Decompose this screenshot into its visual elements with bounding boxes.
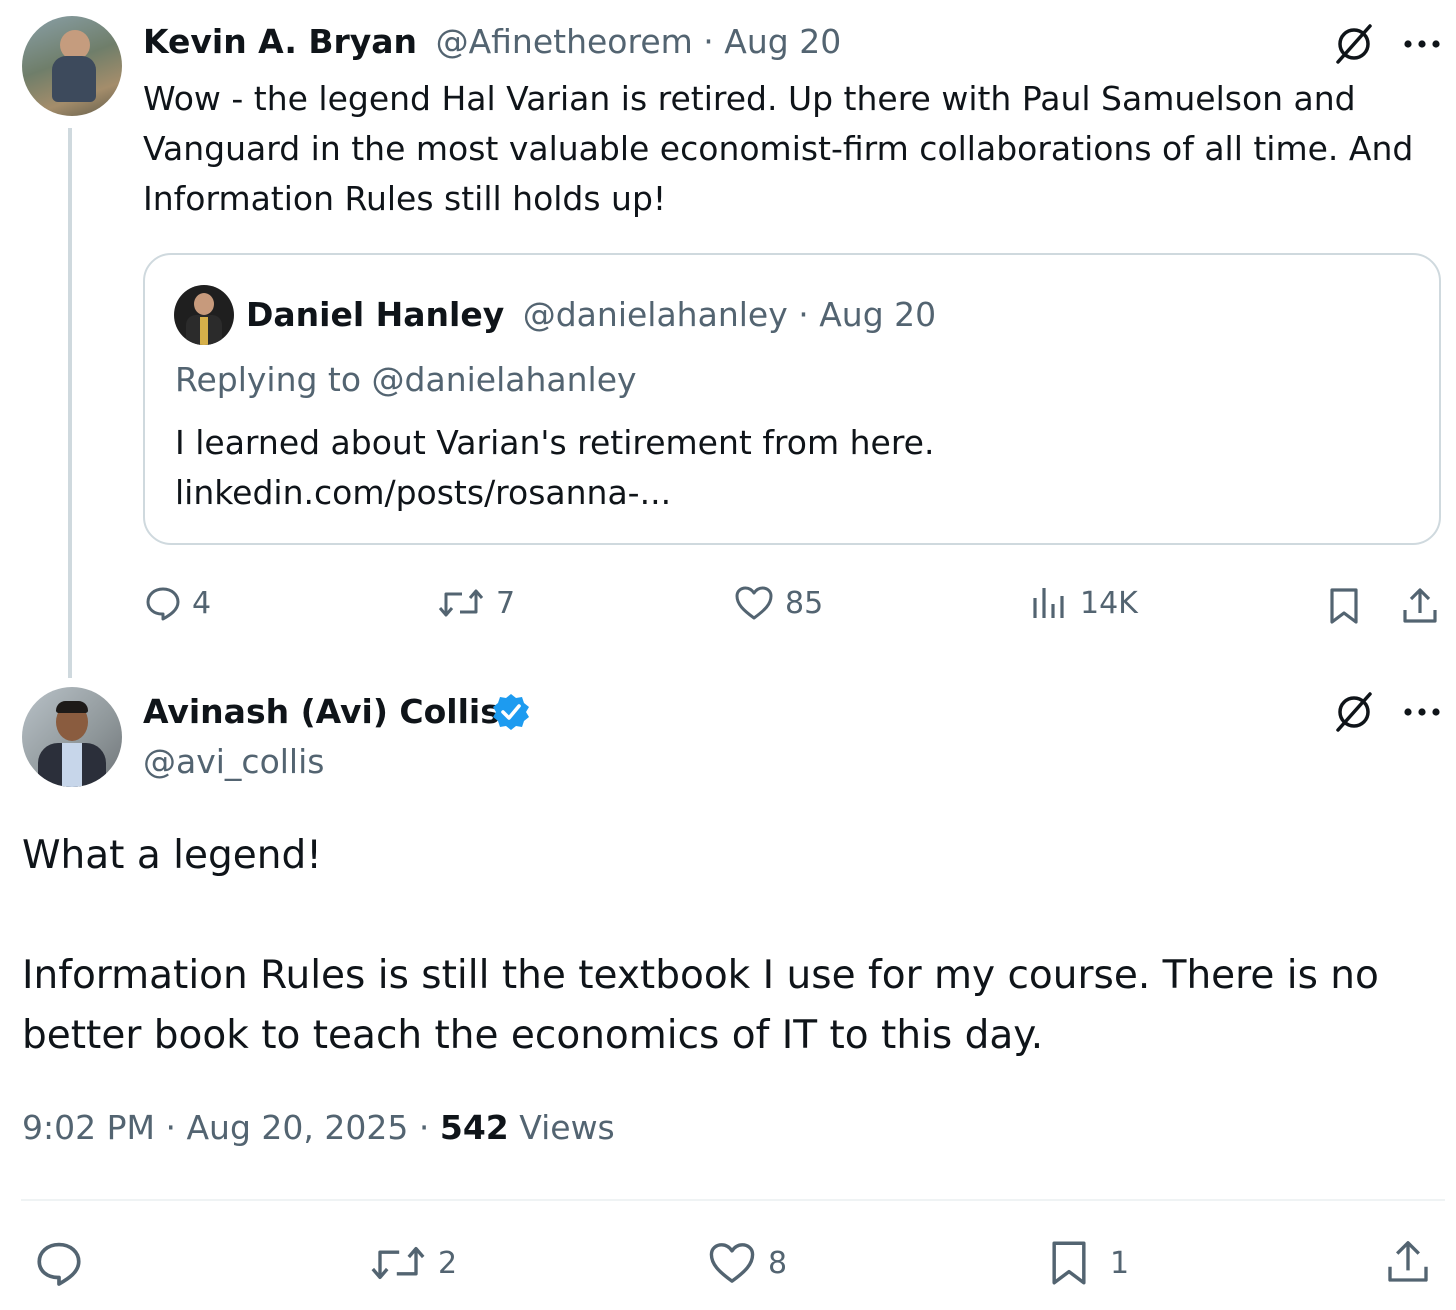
header-separator: · <box>703 22 714 61</box>
repost-count: 2 <box>438 1245 458 1281</box>
tweet1-text: Wow - the legend Hal Varian is retired. … <box>143 74 1443 224</box>
tweet2-text: What a legend! Information Rules is stil… <box>22 826 1442 1066</box>
bookmark-icon <box>1052 1241 1086 1285</box>
views-button[interactable]: 14K <box>1030 584 1138 622</box>
repost-button[interactable]: 2 <box>368 1240 457 1286</box>
divider <box>21 1199 1445 1201</box>
tweet-full-date[interactable]: Aug 20, 2025 <box>186 1108 408 1147</box>
repost-button[interactable]: 7 <box>436 584 515 622</box>
thread-connector-line <box>68 128 72 678</box>
tweet-text-line: better book to teach the economics of IT… <box>22 1013 1044 1058</box>
bookmark-button[interactable]: 1 <box>1048 1238 1129 1288</box>
heart-icon <box>735 586 773 620</box>
grok-slash-icon[interactable] <box>1330 20 1378 68</box>
quote-text-line: I learned about Varian's retirement from… <box>175 423 935 462</box>
views-number: 542 <box>439 1108 509 1147</box>
reply-count: 4 <box>192 585 212 621</box>
tweet-meta: 9:02 PM · Aug 20, 2025 · 542 Views <box>22 1108 615 1147</box>
bookmark-icon <box>1330 588 1358 624</box>
avatar-kevin-bryan[interactable] <box>22 16 122 116</box>
verified-badge-icon <box>491 692 531 732</box>
tweet-paragraph: What a legend! <box>22 833 322 878</box>
quote-text: I learned about Varian's retirement from… <box>175 418 1415 518</box>
quote-link[interactable]: linkedin.com/posts/rosanna-... <box>175 468 1415 518</box>
bookmark-count: 1 <box>1110 1245 1130 1281</box>
reply-button[interactable] <box>34 1238 84 1288</box>
tweet2-header: Avinash (Avi) Collis <box>143 692 500 731</box>
author-handle[interactable]: @avi_collis <box>143 742 324 781</box>
views-label: Views <box>519 1108 615 1147</box>
tweet-text-line: Information Rules is still the textbook … <box>22 953 1379 998</box>
views-count: 14K <box>1080 585 1138 621</box>
author-name[interactable]: Avinash (Avi) Collis <box>143 692 500 731</box>
reply-bubble-icon <box>37 1242 81 1286</box>
tweet-text-line: Information Rules still holds up! <box>143 179 667 218</box>
more-dots-icon[interactable] <box>1398 688 1446 736</box>
like-count: 8 <box>768 1245 788 1281</box>
like-button[interactable]: 85 <box>733 584 823 622</box>
repost-icon <box>438 589 484 617</box>
quote-author-handle[interactable]: @danielahanley <box>523 295 788 334</box>
replying-to-handle[interactable]: @danielahanley <box>372 360 637 399</box>
like-button[interactable]: 8 <box>706 1240 787 1286</box>
tweet1-header: Kevin A. Bryan @Afinetheorem · Aug 20 <box>143 22 841 61</box>
replying-to-line: Replying to @danielahanley <box>175 360 637 399</box>
tweet-date[interactable]: Aug 20 <box>724 22 841 61</box>
share-icon <box>1403 588 1437 623</box>
reply-bubble-icon <box>146 587 180 621</box>
quote-header: Daniel Hanley @danielahanley · Aug 20 <box>246 295 936 334</box>
avatar-daniel-hanley[interactable] <box>174 285 234 345</box>
more-dots-icon[interactable] <box>1398 20 1446 68</box>
repost-icon <box>371 1246 425 1280</box>
meta-separator: · <box>418 1108 430 1147</box>
grok-slash-icon[interactable] <box>1330 688 1378 736</box>
tweet-text-line: Wow - the legend Hal Varian is retired. … <box>143 79 1356 118</box>
avatar-avi-collis[interactable] <box>22 687 122 787</box>
replying-to-label: Replying to <box>175 360 362 399</box>
heart-icon <box>709 1243 755 1283</box>
tweet-time[interactable]: 9:02 PM <box>22 1108 155 1147</box>
repost-count: 7 <box>496 585 516 621</box>
bookmark-button[interactable] <box>1322 584 1366 628</box>
quote-author-name[interactable]: Daniel Hanley <box>246 295 504 334</box>
author-handle[interactable]: @Afinetheorem <box>436 22 693 61</box>
bar-chart-icon <box>1033 588 1064 618</box>
share-icon <box>1388 1241 1428 1282</box>
author-name[interactable]: Kevin A. Bryan <box>143 22 417 61</box>
share-button[interactable] <box>1398 584 1442 628</box>
tweet-text-line: Vanguard in the most valuable economist-… <box>143 129 1414 168</box>
like-count: 85 <box>785 585 824 621</box>
reply-button[interactable]: 4 <box>144 584 211 622</box>
meta-separator: · <box>165 1108 176 1147</box>
quote-date[interactable]: Aug 20 <box>819 295 936 334</box>
quote-separator: · <box>798 295 809 334</box>
share-button[interactable] <box>1382 1236 1434 1288</box>
